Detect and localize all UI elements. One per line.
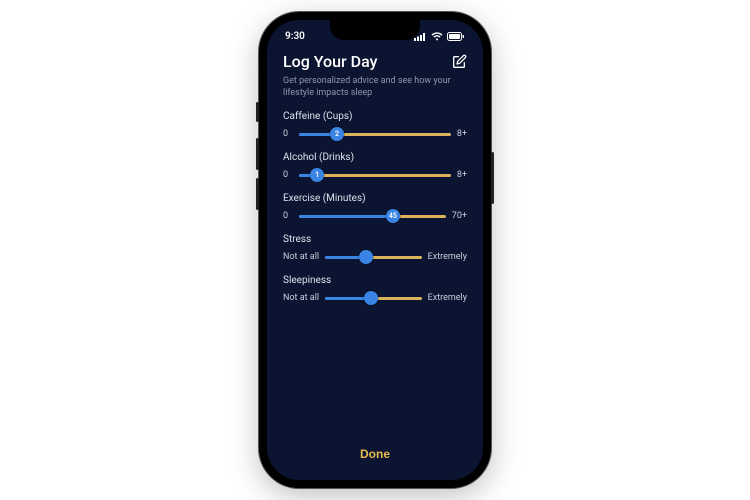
side-button <box>491 152 494 204</box>
slider-min-label: 0 <box>283 211 293 221</box>
slider-label: Stress <box>283 234 467 245</box>
slider-max-label: 8+ <box>457 129 467 139</box>
edit-icon[interactable] <box>451 54 467 70</box>
battery-icon <box>447 32 465 41</box>
slider-min-label: Not at all <box>283 293 319 303</box>
phone-device-frame: 9:30 Log Your Day Get personali <box>259 12 491 488</box>
slider-group: Alcohol (Drinks) 0 1 8+ <box>283 152 467 183</box>
slider-label: Sleepiness <box>283 275 467 286</box>
slider-track[interactable]: 1 <box>299 174 451 177</box>
slider-min-label: 0 <box>283 129 293 139</box>
slider-label: Alcohol (Drinks) <box>283 152 467 163</box>
slider-thumb[interactable] <box>359 250 373 264</box>
slider-max-label: Extremely <box>428 293 467 303</box>
slider-max-label: 70+ <box>452 211 467 221</box>
slider-label: Caffeine (Cups) <box>283 111 467 122</box>
page-title: Log Your Day <box>283 52 377 71</box>
slider-thumb[interactable]: 45 <box>386 209 400 223</box>
slider-thumb[interactable]: 1 <box>310 168 324 182</box>
side-button <box>256 102 259 122</box>
wifi-icon <box>431 32 443 41</box>
slider-track[interactable]: 45 <box>299 215 446 218</box>
side-button <box>256 178 259 210</box>
notch <box>330 20 420 40</box>
phone-screen: 9:30 Log Your Day Get personali <box>267 20 483 480</box>
slider-max-label: Extremely <box>428 252 467 262</box>
page-subtitle: Get personalized advice and see how your… <box>283 75 463 99</box>
slider-track[interactable]: 2 <box>299 133 451 136</box>
slider-track[interactable] <box>325 256 422 259</box>
slider-thumb[interactable]: 2 <box>330 127 344 141</box>
slider-min-label: Not at all <box>283 252 319 262</box>
slider-track[interactable] <box>325 297 422 300</box>
slider-group: Caffeine (Cups) 0 2 8+ <box>283 111 467 142</box>
status-time: 9:30 <box>285 31 305 42</box>
slider-label: Exercise (Minutes) <box>283 193 467 204</box>
slider-min-label: 0 <box>283 170 293 180</box>
slider-group: Exercise (Minutes) 0 45 70+ <box>283 193 467 224</box>
slider-fill <box>299 215 393 218</box>
done-button[interactable]: Done <box>360 447 390 461</box>
slider-group: Sleepiness Not at all Extremely <box>283 275 467 306</box>
slider-group: Stress Not at all Extremely <box>283 234 467 265</box>
content-area: Log Your Day Get personalized advice and… <box>267 48 483 431</box>
slider-max-label: 8+ <box>457 170 467 180</box>
slider-thumb[interactable] <box>364 291 378 305</box>
footer: Done <box>267 431 483 480</box>
side-button <box>256 138 259 170</box>
